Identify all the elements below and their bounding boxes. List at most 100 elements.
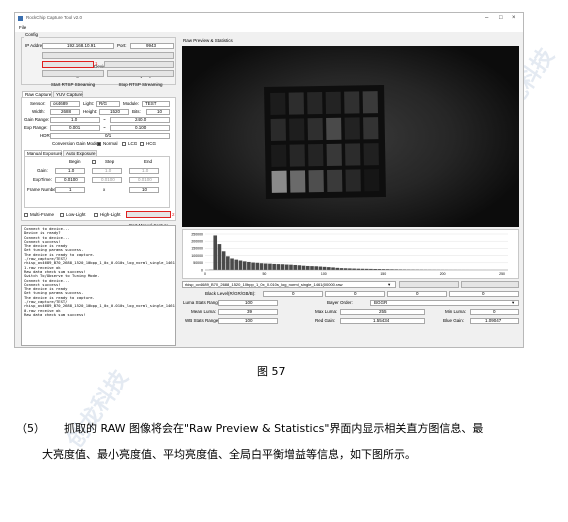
histogram-bar (318, 266, 323, 270)
histogram-bar (221, 251, 226, 270)
light-select[interactable]: R/G (96, 101, 120, 107)
checker-patch (326, 169, 343, 192)
y-tick-label: 100000 (191, 254, 203, 258)
histogram-bar (310, 266, 314, 270)
light-label: Light: (83, 101, 95, 106)
lcg-checkbox[interactable] (122, 142, 126, 146)
frame-number-input[interactable]: 1 (55, 187, 85, 193)
histogram-bar (234, 259, 239, 270)
maximize-icon[interactable]: □ (499, 15, 503, 21)
checker-patch (308, 144, 324, 167)
gain-step-input[interactable]: 1.0 (92, 168, 122, 174)
x-input[interactable]: 10 (129, 187, 159, 193)
multi-frame-checkbox[interactable] (24, 213, 28, 217)
histogram-bar (259, 263, 264, 270)
minimize-icon[interactable]: – (485, 15, 488, 21)
menu-file[interactable]: File (19, 25, 26, 31)
min-luma-value: 0 (470, 309, 519, 315)
statistic-button[interactable]: Statistic (461, 281, 519, 298)
checker-patch (362, 91, 379, 114)
hdr-select[interactable]: 0/1 (50, 133, 170, 139)
bayer-order-select[interactable]: BGGR ▾ (370, 300, 519, 306)
checker-patches (270, 91, 380, 193)
black-b-input[interactable]: 0 (449, 291, 519, 297)
exp-min-input[interactable]: 0.001 (50, 125, 100, 131)
checker-patch (325, 91, 342, 114)
luma-range-label: Luma Stats Range: (183, 300, 222, 305)
histogram-bar (238, 260, 243, 270)
device-status-button[interactable]: Device Status (42, 52, 174, 69)
checker-patch (345, 143, 361, 166)
raw-button[interactable]: Raw (399, 281, 459, 298)
checker-patch (307, 92, 323, 115)
black-gr-input[interactable]: 0 (325, 291, 385, 297)
histogram-bar (297, 265, 302, 270)
min-luma-label: Min Luma: (445, 309, 467, 314)
app-icon (18, 16, 23, 21)
histogram-bar (268, 263, 272, 270)
gain-max-input[interactable]: 240.0 (110, 117, 170, 123)
hcg-checkbox[interactable] (140, 142, 144, 146)
badge-1: 1 (95, 61, 98, 66)
sensor-select[interactable]: os4689 (50, 101, 80, 107)
exptime-label: ExpTime: (33, 177, 52, 182)
gain-range-label: Gain Range: (24, 117, 50, 122)
log-output[interactable]: Connect to device... Device is ready? Conn… (21, 225, 176, 346)
exp-end-input[interactable]: 0.0100 (129, 177, 159, 183)
width-input[interactable]: 2688 (50, 109, 80, 115)
height-input[interactable]: 1520 (99, 109, 129, 115)
hdr-label: HDR (40, 133, 50, 138)
paragraph-line-1: 抓取的 RAW 图像将会在"Raw Preview & Statistics"界… (64, 422, 484, 435)
checker-patch (271, 170, 287, 193)
step-label: Step (105, 159, 115, 164)
exp-range-label: Exp Range: (24, 125, 48, 130)
module-select[interactable]: TEST (142, 101, 170, 107)
black-gb-input[interactable]: 0 (387, 291, 447, 297)
histogram-bar (247, 261, 251, 270)
module-label: Module: (123, 101, 140, 106)
mode-query-button[interactable]: Mode Query (104, 61, 174, 78)
gain-begin-input[interactable]: 1.0 (55, 168, 85, 174)
histogram-bar (339, 268, 344, 270)
wb-range-input[interactable]: 100 (218, 318, 278, 324)
gain-min-input[interactable]: 1.0 (50, 117, 100, 123)
normal-checkbox[interactable] (97, 142, 101, 146)
histogram-bar (335, 267, 340, 270)
start-manual-capture-button[interactable]: Start Manual Capture (126, 211, 171, 228)
luma-range-input[interactable]: 100 (218, 300, 278, 306)
max-luma-value: 255 (340, 309, 425, 315)
histogram-bar (331, 267, 335, 270)
raw-file-select[interactable]: rkisp_ov4689_B70_2688_1520_10bpp_1_0x_0.… (182, 281, 396, 288)
histogram-bar (306, 265, 310, 270)
histogram-bar (230, 258, 234, 270)
ip-input[interactable]: 192.168.10.91 (42, 43, 114, 49)
manual-exposure-panel: Begin Step End Gain: 1.0 1.0 1.0 ExpTime… (24, 156, 170, 208)
x-tick-label: 50 (262, 272, 266, 276)
low-light-checkbox[interactable] (60, 213, 64, 217)
close-icon[interactable]: × (512, 15, 516, 21)
start-rtsp-button[interactable]: Start RTSP Streaming (42, 70, 104, 87)
histogram-bar (327, 267, 331, 270)
low-light-label: Low-Light (66, 212, 86, 217)
switch-tuning-button[interactable]: Switch To Tuning Mode (42, 61, 94, 78)
checker-patch (326, 143, 342, 166)
high-light-checkbox[interactable] (94, 213, 98, 217)
stop-rtsp-button[interactable]: Stop RTSP Streaming (107, 70, 174, 87)
histogram-bar (289, 264, 293, 270)
red-gain-label: Red Gain: (315, 318, 336, 323)
histogram-bar (284, 264, 289, 270)
gain-end-input[interactable]: 1.0 (129, 168, 159, 174)
bits-input[interactable]: 10 (146, 109, 170, 115)
x-label: x (103, 187, 106, 192)
port-input[interactable]: 9943 (130, 43, 174, 49)
histogram-chart: 250000 200000 150000 100000 50000 00 50 100 150 2… (191, 232, 508, 276)
exp-begin-input[interactable]: 0.0100 (55, 177, 85, 183)
histogram-bar (213, 235, 218, 270)
exp-max-input[interactable]: 0.100 (110, 125, 170, 131)
exp-step-input[interactable]: 0.0100 (92, 177, 122, 183)
raw-capture-panel: Sensor: os4689 Light: R/G Module: TEST W… (21, 97, 176, 228)
width-label: Width: (32, 109, 45, 114)
bayer-order-label: Bayer Order: (327, 300, 353, 305)
black-r-input[interactable]: 0 (263, 291, 323, 297)
step-checkbox[interactable] (92, 160, 96, 164)
